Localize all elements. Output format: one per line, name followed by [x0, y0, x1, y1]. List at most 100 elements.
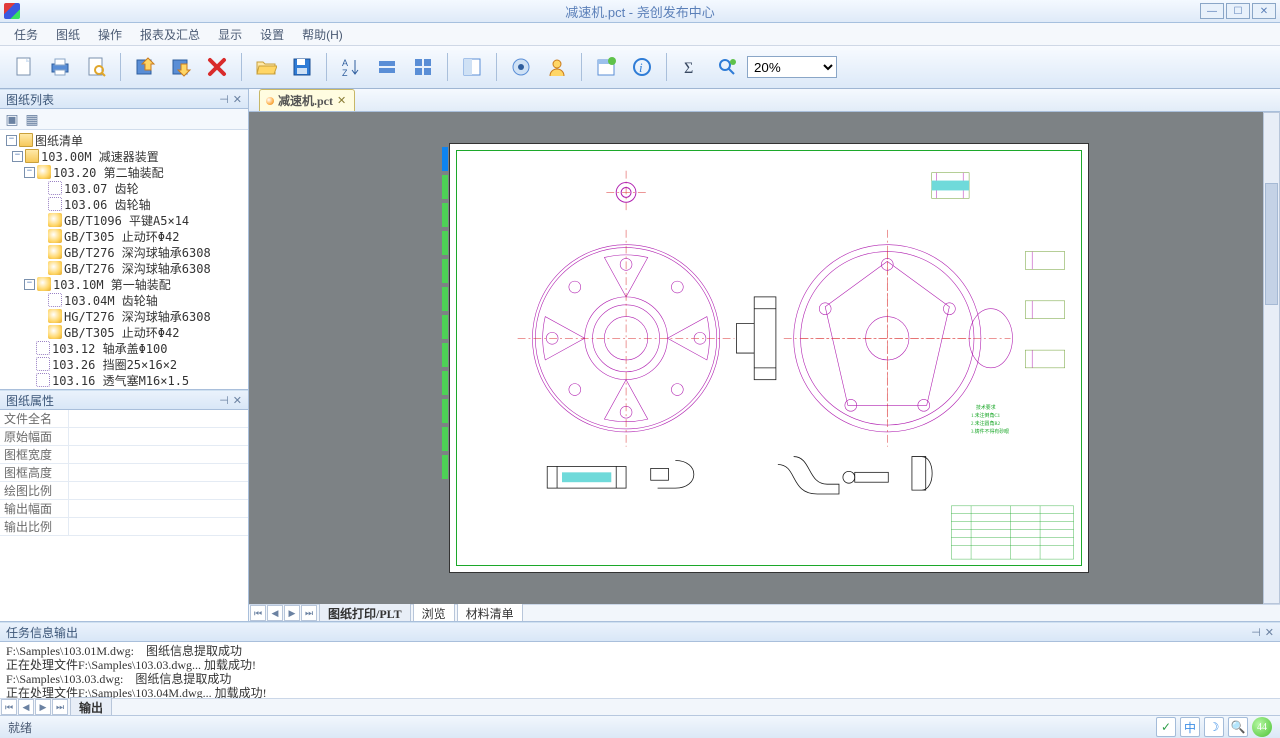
delete-button[interactable]: [201, 51, 233, 83]
tree-node-label: 103.20 第二轴装配: [53, 164, 164, 181]
property-row[interactable]: 图框高度: [0, 464, 248, 482]
tree-node[interactable]: 103.07 齿轮: [0, 180, 248, 196]
document-tab-label: 减速机.pct: [278, 92, 333, 109]
info-button[interactable]: i: [626, 51, 658, 83]
property-row[interactable]: 输出比例: [0, 518, 248, 536]
sort-button[interactable]: AZ: [335, 51, 367, 83]
panel-pin-icon[interactable]: ⊣: [1251, 626, 1261, 639]
tree-toggle-icon[interactable]: −: [12, 151, 23, 162]
tree-node[interactable]: 103.04M 齿轮轴: [0, 292, 248, 308]
import-button[interactable]: [129, 51, 161, 83]
zoom-select[interactable]: 20%: [747, 56, 837, 78]
properties-grid[interactable]: 文件全名原始幅面图框宽度图框高度绘图比例输出幅面输出比例: [0, 410, 248, 621]
print-preview-button[interactable]: [80, 51, 112, 83]
nav-prev-icon[interactable]: ◀: [18, 699, 34, 715]
tree-toggle-icon[interactable]: −: [6, 135, 17, 146]
tray-moon-icon[interactable]: ☽: [1204, 717, 1224, 737]
menu-help[interactable]: 帮助(H): [296, 24, 349, 45]
tree-node-label: 103.26 挡圈25×16×2: [52, 356, 177, 373]
sheet-strip[interactable]: [441, 143, 449, 573]
property-row[interactable]: 原始幅面: [0, 428, 248, 446]
tree-panel-title: 图纸列表: [6, 91, 54, 108]
nav-last-icon[interactable]: ⏭: [52, 699, 68, 715]
open-folder-button[interactable]: [250, 51, 282, 83]
print-button[interactable]: [44, 51, 76, 83]
menu-operations[interactable]: 操作: [92, 24, 128, 45]
plotter-button[interactable]: [505, 51, 537, 83]
tree-node[interactable]: − 103.00M 减速器装置: [0, 148, 248, 164]
export-button[interactable]: [165, 51, 197, 83]
minimize-button[interactable]: —: [1200, 3, 1224, 19]
menu-reports[interactable]: 报表及汇总: [134, 24, 206, 45]
zoom-tool-button[interactable]: [711, 51, 743, 83]
drawing-canvas[interactable]: 技术要求1.未注倒角C12.未注圆角R23.铸件不得有砂眼: [249, 112, 1280, 604]
tray-ime-icon[interactable]: 中: [1180, 717, 1200, 737]
output-log[interactable]: F:\Samples\103.01M.dwg: 图纸信息提取成功 正在处理文件F…: [0, 642, 1280, 698]
property-row[interactable]: 图框宽度: [0, 446, 248, 464]
panel-pin-icon[interactable]: ⊣: [219, 93, 229, 106]
drawing-tree[interactable]: −图纸清单−103.00M 减速器装置−103.20 第二轴装配103.07 齿…: [0, 130, 248, 389]
output-panel-header: 任务信息输出 ⊣✕: [0, 622, 1280, 642]
tree-toggle-icon[interactable]: −: [24, 167, 35, 178]
layout-h-button[interactable]: [371, 51, 403, 83]
nav-next-icon[interactable]: ▶: [284, 605, 300, 621]
tree-expand-icon[interactable]: ▦: [24, 111, 40, 127]
tray-check-icon[interactable]: ✓: [1156, 717, 1176, 737]
panel-close-icon[interactable]: ✕: [233, 394, 242, 407]
part-icon: [48, 181, 62, 195]
tree-node-label: 103.00M 减速器装置: [41, 148, 159, 165]
tree-node-label: GB/T1096 平键A5×14: [64, 212, 189, 229]
panel-close-icon[interactable]: ✕: [233, 93, 242, 106]
tree-node[interactable]: GB/T305 止动环Φ42: [0, 324, 248, 340]
user-button[interactable]: [541, 51, 573, 83]
tray-badge[interactable]: 44: [1252, 717, 1272, 737]
property-row[interactable]: 绘图比例: [0, 482, 248, 500]
tree-node[interactable]: 103.12 轴承盖Φ100: [0, 340, 248, 356]
sum-button[interactable]: Σ: [675, 51, 707, 83]
calendar-button[interactable]: [590, 51, 622, 83]
tree-node[interactable]: 103.16 透气塞M16×1.5: [0, 372, 248, 388]
save-button[interactable]: [286, 51, 318, 83]
tree-node-label: 103.06 齿轮轴: [64, 196, 151, 213]
menu-settings[interactable]: 设置: [254, 24, 290, 45]
tree-node[interactable]: HG/T276 深沟球轴承6308: [0, 308, 248, 324]
asm-icon: [48, 245, 62, 259]
tray-search-icon[interactable]: 🔍: [1228, 717, 1248, 737]
tree-node[interactable]: GB/T305 止动环Φ42: [0, 228, 248, 244]
menu-view[interactable]: 显示: [212, 24, 248, 45]
tree-node[interactable]: GB/T276 深沟球轴承6308: [0, 244, 248, 260]
property-row[interactable]: 输出幅面: [0, 500, 248, 518]
menu-drawings[interactable]: 图纸: [50, 24, 86, 45]
tab-close-icon[interactable]: ✕: [337, 94, 346, 107]
panel-pin-icon[interactable]: ⊣: [219, 394, 229, 407]
props-panel-title: 图纸属性: [6, 392, 54, 409]
menu-tasks[interactable]: 任务: [8, 24, 44, 45]
layout-grid-button[interactable]: [407, 51, 439, 83]
tree-node-label: 103.12 轴承盖Φ100: [52, 340, 167, 357]
tree-node[interactable]: − 103.20 第二轴装配: [0, 164, 248, 180]
nav-first-icon[interactable]: ⏮: [1, 699, 17, 715]
tree-collapse-icon[interactable]: ▣: [4, 111, 20, 127]
nav-last-icon[interactable]: ⏭: [301, 605, 317, 621]
svg-text:3.铸件不得有砂眼: 3.铸件不得有砂眼: [971, 428, 1009, 435]
nav-first-icon[interactable]: ⏮: [250, 605, 266, 621]
tree-node[interactable]: −图纸清单: [0, 132, 248, 148]
tree-node[interactable]: −103.10M 第一轴装配: [0, 276, 248, 292]
document-tab[interactable]: 减速机.pct ✕: [259, 89, 355, 111]
close-button[interactable]: ✕: [1252, 3, 1276, 19]
nav-next-icon[interactable]: ▶: [35, 699, 51, 715]
maximize-button[interactable]: ☐: [1226, 3, 1250, 19]
property-row[interactable]: 文件全名: [0, 410, 248, 428]
page-setup-button[interactable]: [456, 51, 488, 83]
tree-node[interactable]: GB/T1096 平键A5×14: [0, 212, 248, 228]
tree-node[interactable]: 103.06 齿轮轴: [0, 196, 248, 212]
nav-prev-icon[interactable]: ◀: [267, 605, 283, 621]
property-key: 文件全名: [0, 410, 69, 427]
tree-node[interactable]: 103.26 挡圈25×16×2: [0, 356, 248, 372]
new-file-button[interactable]: [8, 51, 40, 83]
panel-close-icon[interactable]: ✕: [1265, 626, 1274, 639]
tree-node[interactable]: GB/T276 深沟球轴承6308: [0, 260, 248, 276]
canvas-v-scrollbar[interactable]: [1263, 112, 1280, 604]
tree-toggle-icon[interactable]: −: [24, 279, 35, 290]
folder-icon: [19, 133, 33, 147]
